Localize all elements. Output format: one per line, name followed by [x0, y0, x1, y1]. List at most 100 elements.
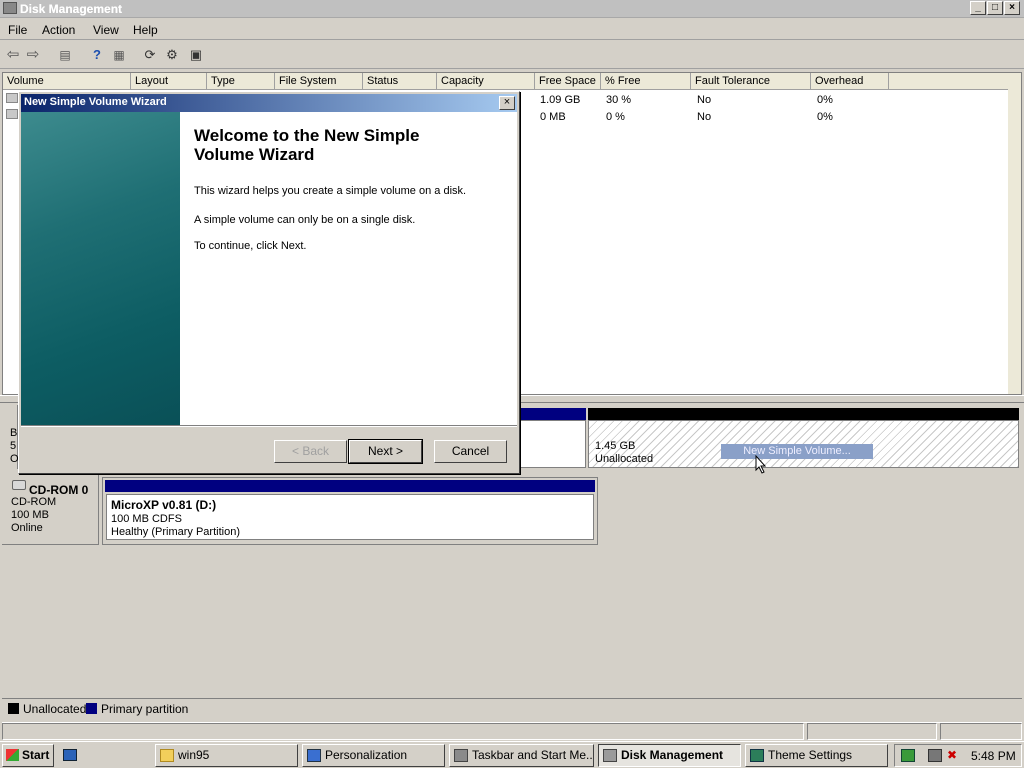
disk-management-task-icon — [603, 749, 617, 762]
cdrom-label-box[interactable]: CD-ROM 0 CD-ROM 100 MB Online — [2, 475, 99, 545]
wizard-side-banner — [21, 112, 180, 425]
cdrom-name: CD-ROM 0 — [29, 483, 89, 497]
disk0-label-box[interactable]: B 5 O — [2, 405, 19, 469]
wizard-para2: A simple volume can only be on a single … — [194, 214, 416, 226]
close-button[interactable]: × — [1004, 1, 1020, 15]
menu-view[interactable]: View — [93, 23, 119, 37]
menu-file[interactable]: File — [8, 23, 27, 37]
col-filler — [889, 73, 1021, 90]
cdrom-volume[interactable]: MicroXP v0.81 (D:) 100 MB CDFS Healthy (… — [106, 494, 594, 540]
volume-row-icon — [6, 109, 18, 119]
wizard-title-bar: New Simple Volume Wizard × — [21, 94, 517, 112]
show-hide-tree-icon[interactable]: ▤ — [56, 46, 74, 64]
row1-overhead: 0% — [817, 94, 833, 106]
wizard-separator — [21, 425, 517, 427]
legend-primary-label: Primary partition — [101, 702, 189, 716]
row2-fault: No — [697, 111, 712, 123]
maximize-button[interactable]: □ — [987, 1, 1003, 15]
wizard-close-button[interactable]: × — [499, 96, 515, 110]
new-simple-volume-wizard: New Simple Volume Wizard × Welcome to th… — [18, 91, 520, 474]
personalization-icon — [307, 749, 321, 762]
back-button[interactable]: < Back — [274, 440, 347, 463]
system-tray: ✖ 5:48 PM — [894, 744, 1022, 767]
wizard-title: New Simple Volume Wizard — [24, 96, 167, 108]
mouse-cursor-icon — [755, 455, 767, 474]
status-segment — [940, 723, 1022, 740]
cdrom-volume-health: Healthy (Primary Partition) — [111, 526, 240, 538]
back-arrow-icon[interactable]: ⇦ — [4, 46, 22, 64]
folder-icon — [160, 749, 174, 762]
col-layout[interactable]: Layout — [131, 73, 207, 90]
taskbar-item-theme-settings[interactable]: Theme Settings — [745, 744, 888, 767]
status-segment — [2, 723, 804, 740]
volume-row-icon — [6, 93, 18, 103]
menu-bar: File Action View Help — [0, 18, 1024, 40]
taskbar-item-win95[interactable]: win95 — [155, 744, 298, 767]
start-label: Start — [22, 748, 50, 762]
row1-fault: No — [697, 94, 712, 106]
wizard-heading-line1: Welcome to the New Simple — [194, 126, 420, 145]
minimize-button[interactable]: _ — [970, 1, 986, 15]
col-status[interactable]: Status — [363, 73, 437, 90]
unallocated-region[interactable]: 1.45 GB Unallocated New Simple Volume... — [588, 420, 1019, 474]
show-desktop-icon[interactable] — [63, 749, 77, 761]
cdrom-volume-name: MicroXP v0.81 (D:) — [111, 498, 217, 512]
refresh-icon[interactable]: ⟳ — [141, 46, 159, 64]
legend-bar: Unallocated Primary partition — [2, 698, 1022, 718]
next-button[interactable]: Next > — [348, 439, 423, 464]
col-fault-tolerance[interactable]: Fault Tolerance — [691, 73, 811, 90]
taskbar-settings-icon — [454, 749, 468, 762]
col-type[interactable]: Type — [207, 73, 275, 90]
wizard-para3: To continue, click Next. — [194, 240, 307, 252]
col-volume[interactable]: Volume — [3, 73, 131, 90]
status-segment — [807, 723, 937, 740]
row1-pct-free: 30 % — [606, 94, 632, 106]
cdrom-volume-header — [105, 480, 595, 492]
rescan-icon[interactable]: ⚙ — [163, 46, 181, 64]
disk0-partition-header — [520, 408, 586, 420]
cdrom-drive-icon — [12, 480, 26, 490]
wizard-para1: This wizard helps you create a simple vo… — [194, 185, 467, 197]
cdrom-status: Online — [11, 522, 43, 534]
wizard-heading: Welcome to the New Simple Volume Wizard — [194, 126, 419, 164]
cdrom-volume-frame: MicroXP v0.81 (D:) 100 MB CDFS Healthy (… — [102, 477, 598, 545]
new-simple-volume-hint[interactable]: New Simple Volume... — [721, 444, 873, 459]
taskbar: Start win95 Personalization Taskbar and … — [0, 741, 1024, 768]
window-title: Disk Management — [20, 2, 123, 16]
menu-action[interactable]: Action — [42, 23, 75, 37]
title-bar: Disk Management _ □ × — [0, 0, 1024, 18]
settings-icon[interactable]: ▣ — [187, 46, 205, 64]
taskbar-item-taskbar-start-menu[interactable]: Taskbar and Start Me... — [449, 744, 594, 767]
cdrom-type: CD-ROM — [11, 496, 57, 508]
properties-icon[interactable]: ▦ — [110, 46, 128, 64]
row2-pct-free: 0 % — [606, 111, 625, 123]
security-icon[interactable] — [901, 749, 915, 762]
forward-arrow-icon[interactable]: ⇨ — [24, 46, 42, 64]
unallocated-size: 1.45 GB — [595, 440, 636, 452]
disk0-label-char: B — [10, 427, 18, 439]
col-pct-free[interactable]: % Free — [601, 73, 691, 90]
legend-primary-swatch — [86, 703, 97, 714]
clock[interactable]: 5:48 PM — [971, 749, 1016, 763]
col-file-system[interactable]: File System — [275, 73, 363, 90]
cdrom-volume-detail: 100 MB CDFS — [111, 513, 182, 525]
col-free-space[interactable]: Free Space — [535, 73, 601, 90]
task-label: win95 — [178, 748, 210, 762]
legend-unallocated-label: Unallocated — [23, 702, 87, 716]
start-button[interactable]: Start — [2, 744, 54, 767]
wizard-heading-line2: Volume Wizard — [194, 145, 315, 164]
help-icon[interactable]: ? — [88, 46, 106, 64]
disk0-partition[interactable] — [520, 420, 586, 468]
unallocated-label: Unallocated — [595, 453, 654, 465]
taskbar-item-disk-management[interactable]: Disk Management — [598, 744, 741, 767]
col-overhead[interactable]: Overhead — [811, 73, 889, 90]
taskbar-item-personalization[interactable]: Personalization — [302, 744, 445, 767]
volume-muted-icon[interactable]: ✖ — [945, 749, 959, 762]
menu-help[interactable]: Help — [133, 23, 158, 37]
vertical-scrollbar[interactable] — [1008, 73, 1021, 394]
col-capacity[interactable]: Capacity — [437, 73, 535, 90]
cancel-button[interactable]: Cancel — [434, 440, 507, 463]
row2-free-space: 0 MB — [540, 111, 566, 123]
network-disconnected-icon[interactable] — [928, 749, 942, 762]
legend-unallocated-swatch — [8, 703, 19, 714]
